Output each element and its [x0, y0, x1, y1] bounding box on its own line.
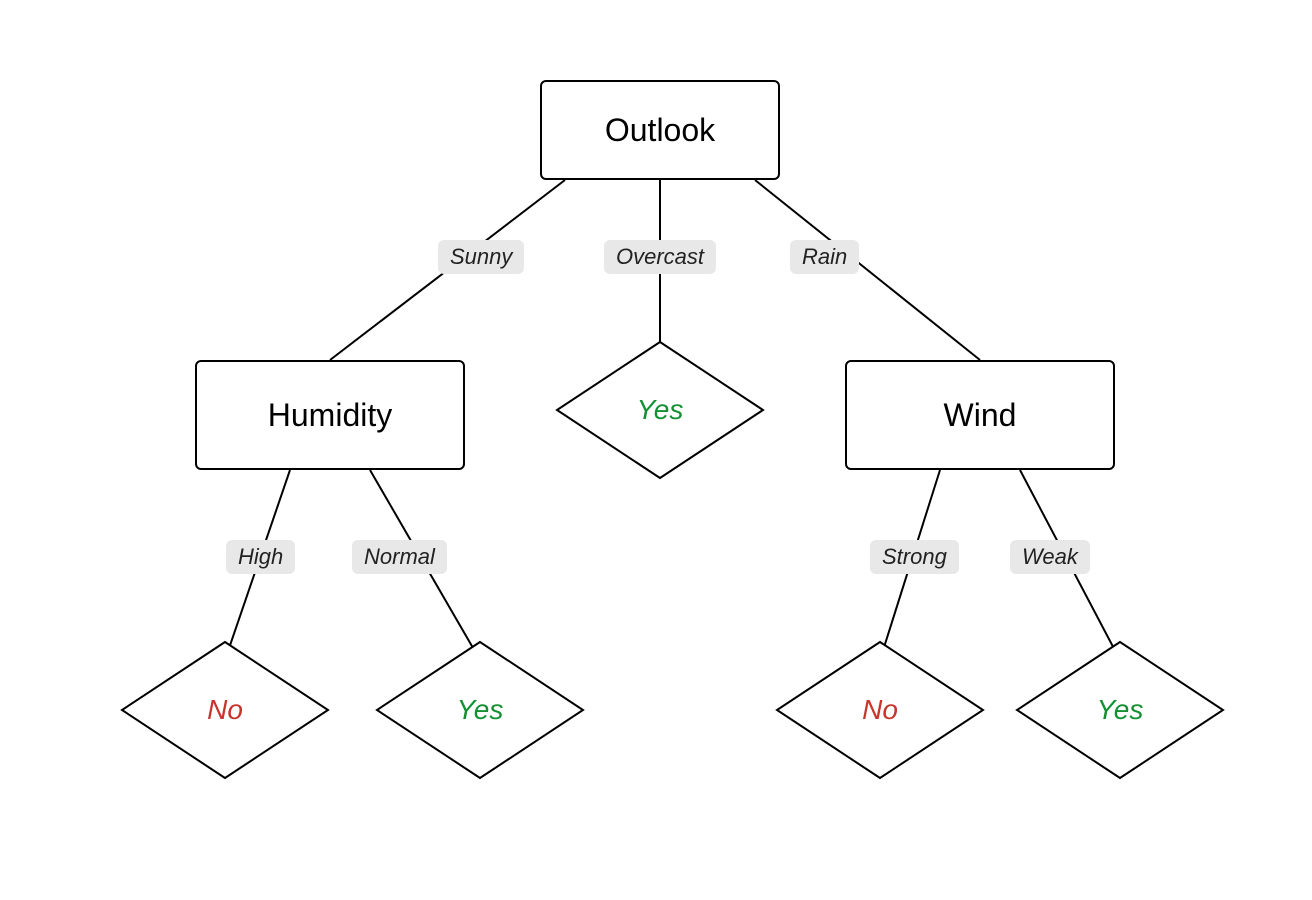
edge-label-strong: Strong — [870, 540, 959, 574]
leaf-wind-weak-yes: Yes — [1015, 640, 1225, 780]
leaf-wind-strong-label: No — [862, 694, 898, 726]
leaf-wind-strong-no: No — [775, 640, 985, 780]
leaf-overcast-yes: Yes — [555, 340, 765, 480]
node-humidity-label: Humidity — [268, 397, 392, 434]
leaf-humidity-high-label: No — [207, 694, 243, 726]
edge-label-overcast: Overcast — [604, 240, 716, 274]
leaf-humidity-normal-label: Yes — [457, 694, 504, 726]
leaf-humidity-normal-yes: Yes — [375, 640, 585, 780]
node-wind: Wind — [845, 360, 1115, 470]
edge-label-normal: Normal — [352, 540, 447, 574]
edge-label-high: High — [226, 540, 295, 574]
edge-label-weak: Weak — [1010, 540, 1090, 574]
leaf-humidity-high-no: No — [120, 640, 330, 780]
node-outlook: Outlook — [540, 80, 780, 180]
node-humidity: Humidity — [195, 360, 465, 470]
decision-tree-diagram: Outlook Sunny Overcast Rain Humidity Win… — [0, 0, 1312, 900]
node-wind-label: Wind — [944, 397, 1017, 434]
node-outlook-label: Outlook — [605, 112, 715, 149]
leaf-overcast-yes-label: Yes — [637, 394, 684, 426]
edge-label-sunny: Sunny — [438, 240, 524, 274]
edge-label-rain: Rain — [790, 240, 859, 274]
leaf-wind-weak-label: Yes — [1097, 694, 1144, 726]
